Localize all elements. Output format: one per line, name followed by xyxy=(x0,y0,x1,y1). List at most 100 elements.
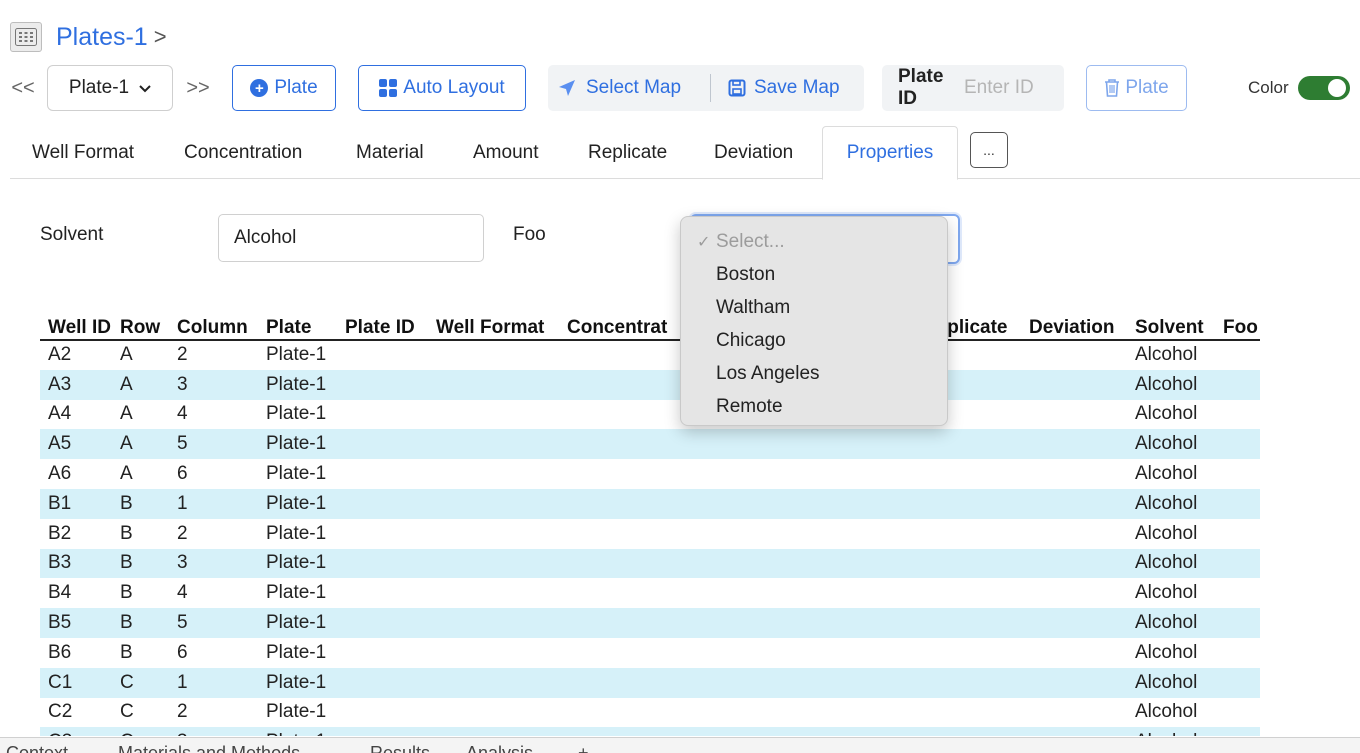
table-cell xyxy=(809,638,915,668)
solvent-input[interactable] xyxy=(218,214,484,262)
grid-icon[interactable] xyxy=(10,22,42,52)
table-cell xyxy=(337,489,428,519)
tab-amount[interactable]: Amount xyxy=(473,126,538,179)
save-map-button[interactable]: Save Map xyxy=(728,65,840,111)
table-row[interactable]: B6 B 6 Plate-1 Alcohol xyxy=(40,638,1260,668)
trash-icon xyxy=(1104,79,1120,97)
table-cell: B xyxy=(120,641,133,663)
dropdown-option-placeholder[interactable]: ✓ Select... xyxy=(681,225,947,258)
auto-layout-button[interactable]: Auto Layout xyxy=(358,65,526,111)
table-cell xyxy=(337,638,428,668)
select-map-button[interactable]: Select Map xyxy=(558,65,681,111)
table-cell xyxy=(559,727,674,736)
tab-concentration[interactable]: Concentration xyxy=(184,126,302,179)
add-plate-button[interactable]: + Plate xyxy=(232,65,336,111)
plate-select[interactable]: Plate-1 xyxy=(47,65,173,111)
table-cell xyxy=(337,727,428,736)
dropdown-option[interactable]: Los Angeles xyxy=(681,357,947,390)
table-row[interactable]: B4 B 4 Plate-1 Alcohol xyxy=(40,578,1260,608)
dropdown-option[interactable]: Remote xyxy=(681,390,947,423)
dropdown-option[interactable]: Boston xyxy=(681,258,947,291)
table-row[interactable]: C1 C 1 Plate-1 Alcohol xyxy=(40,667,1260,698)
column-header[interactable]: Deviation xyxy=(1021,314,1127,341)
table-cell xyxy=(809,668,915,698)
column-header[interactable]: Concentrat xyxy=(559,314,674,341)
column-header[interactable]: Plate ID xyxy=(337,314,428,341)
table-cell xyxy=(337,400,428,430)
table-cell: A xyxy=(120,373,133,395)
dropdown-option[interactable]: Chicago xyxy=(681,324,947,357)
column-header[interactable]: Column xyxy=(169,314,258,341)
table-cell: Plate-1 xyxy=(266,403,327,425)
table-cell: Plate-1 xyxy=(266,701,327,723)
table-row[interactable]: B1 B 1 Plate-1 Alcohol xyxy=(40,488,1260,519)
table-row[interactable]: A6 A 6 Plate-1 Alcohol xyxy=(40,459,1260,489)
table-row[interactable]: B5 B 5 Plate-1 Alcohol xyxy=(40,608,1260,638)
table-row[interactable]: A5 A 5 Plate-1 Alcohol xyxy=(40,429,1260,460)
table-cell xyxy=(809,698,915,728)
title-chevron-icon[interactable]: > xyxy=(154,24,167,50)
table-cell: A xyxy=(120,433,133,455)
table-row[interactable]: C2 C 2 Plate-1 Alcohol xyxy=(40,698,1260,728)
table-row[interactable]: A4 A 4 Plate-1 Alcohol xyxy=(40,400,1260,430)
table-cell xyxy=(674,608,809,638)
table-cell xyxy=(915,727,1021,736)
tab-material[interactable]: Material xyxy=(356,126,424,179)
column-header[interactable]: Well Format xyxy=(428,314,559,341)
table-cell: 2 xyxy=(177,701,188,723)
tab-deviation[interactable]: Deviation xyxy=(714,126,793,179)
column-header[interactable]: Foo xyxy=(1215,314,1260,341)
column-header[interactable]: Well ID xyxy=(40,314,112,341)
table-cell xyxy=(428,698,559,728)
table-cell xyxy=(428,727,559,736)
sheet-tab-materials-and-methods[interactable]: Materials and Methods xyxy=(118,743,300,753)
column-header[interactable]: Solvent xyxy=(1127,314,1215,341)
table-row[interactable]: A3 A 3 Plate-1 Alcohol xyxy=(40,369,1260,400)
table-cell xyxy=(1021,549,1127,579)
plate-id-input[interactable] xyxy=(964,77,1064,99)
table-cell xyxy=(1021,519,1127,549)
table-cell xyxy=(809,519,915,549)
table-cell xyxy=(1021,459,1127,489)
dropdown-option[interactable]: Waltham xyxy=(681,291,947,324)
table-cell: A xyxy=(120,403,133,425)
color-toggle-group: Color xyxy=(1248,65,1350,111)
table-cell xyxy=(1021,400,1127,430)
sheet-tab-context[interactable]: Context xyxy=(6,743,68,753)
table-cell: Alcohol xyxy=(1135,701,1198,723)
next-plate-icon[interactable]: >> xyxy=(186,65,210,111)
sheet-tab-analysis[interactable]: Analysis xyxy=(466,743,533,753)
tab-well-format[interactable]: Well Format xyxy=(32,126,134,179)
page-title[interactable]: Plates-1 xyxy=(56,23,148,52)
more-tabs-button[interactable]: ... xyxy=(970,132,1008,168)
table-cell xyxy=(428,578,559,608)
table-cell: 3 xyxy=(177,373,188,395)
table-cell: C2 xyxy=(48,701,73,723)
tab-replicate[interactable]: Replicate xyxy=(588,126,667,179)
delete-plate-button[interactable]: Plate xyxy=(1086,65,1187,111)
table-row[interactable]: B3 B 3 Plate-1 Alcohol xyxy=(40,548,1260,579)
tab-properties[interactable]: Properties xyxy=(822,126,958,180)
table-row[interactable]: C3C3Plate-1Alcohol xyxy=(40,727,1260,736)
prev-plate-icon[interactable]: << xyxy=(11,65,34,111)
table-cell xyxy=(1215,668,1260,698)
table-row[interactable]: B2 B 2 Plate-1 Alcohol xyxy=(40,519,1260,549)
add-sheet-button[interactable]: + xyxy=(578,743,589,753)
table-cell xyxy=(559,489,674,519)
table-row[interactable]: A2 A 2 Plate-1 Alcohol xyxy=(40,340,1260,370)
color-toggle[interactable] xyxy=(1297,76,1350,100)
column-header[interactable]: Row xyxy=(112,314,169,341)
sheet-tab-results[interactable]: Results xyxy=(370,743,430,753)
table-cell xyxy=(1215,340,1260,370)
table-cell: Plate-1 xyxy=(266,492,327,514)
table-cell xyxy=(809,429,915,459)
table-cell xyxy=(1215,370,1260,400)
check-icon: ✓ xyxy=(697,233,711,251)
table-cell: Alcohol xyxy=(1135,582,1198,604)
column-header[interactable]: Plate xyxy=(258,314,337,341)
table-cell: Plate-1 xyxy=(266,522,327,544)
wells-table: Well ID Row Column Plate Plate ID Well Format… xyxy=(40,314,1260,736)
save-map-label: Save Map xyxy=(754,77,840,98)
table-cell xyxy=(428,340,559,370)
table-cell xyxy=(428,400,559,430)
